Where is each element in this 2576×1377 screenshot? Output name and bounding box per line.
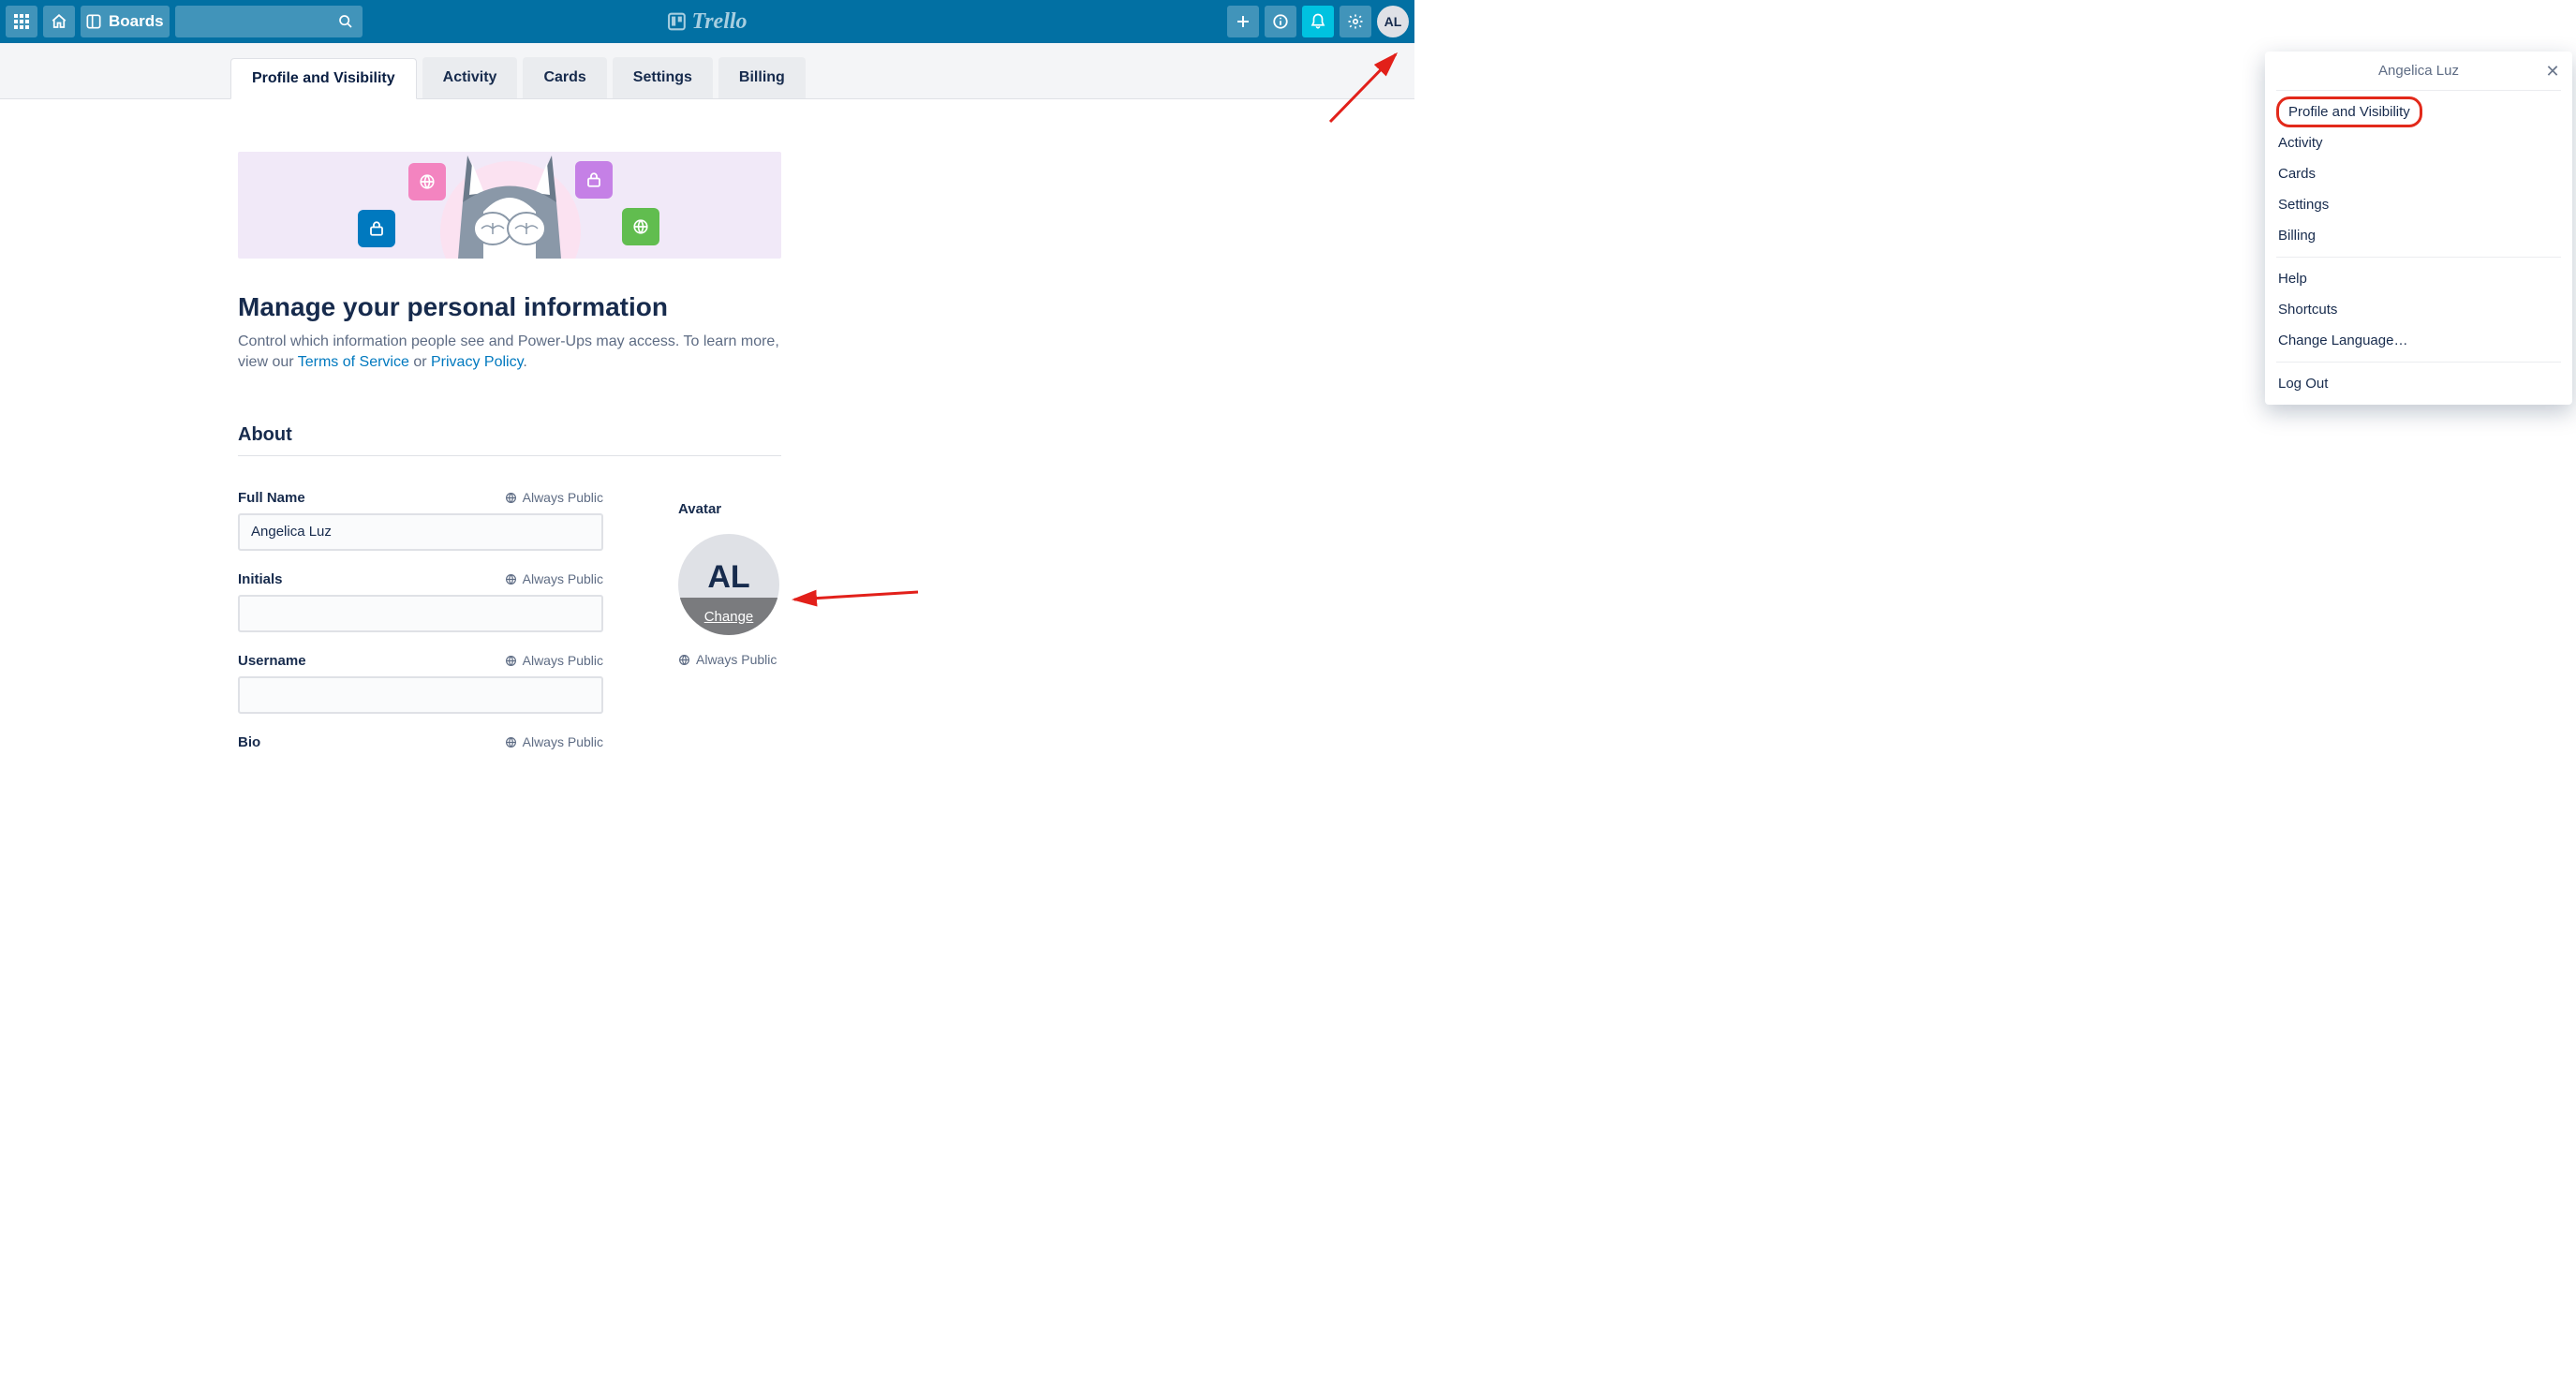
boards-button[interactable]: Boards [81,6,170,37]
tab-settings[interactable]: Settings [613,57,713,98]
annotation-arrow-change [787,571,927,614]
gear-icon[interactable] [1340,6,1371,37]
tab-billing[interactable]: Billing [718,57,806,98]
tab-cards[interactable]: Cards [523,57,606,98]
tos-link[interactable]: Terms of Service [298,354,409,370]
tab-label: Cards [543,69,585,86]
dropdown-item-cards[interactable]: Cards [2276,158,2561,189]
username-input[interactable] [238,676,603,714]
dropdown-item-shortcuts[interactable]: Shortcuts [2276,294,2561,325]
trello-logo[interactable]: Trello [667,9,747,35]
initials-input[interactable] [238,595,603,632]
avatar-big-initials: AL [707,559,749,596]
dropdown-item-profile[interactable]: Profile and Visibility [2276,96,2422,127]
avatar-change-label: Change [678,598,779,635]
info-icon[interactable] [1265,6,1296,37]
page-subtitle: Control which information people see and… [238,332,781,374]
bio-label: Bio [238,734,260,750]
public-text: Always Public [696,652,777,667]
dropdown-section-account: Profile and Visibility Activity Cards Se… [2276,91,2561,258]
about-heading: About [238,424,781,456]
full-name-public: Always Public [505,490,603,505]
initials-public: Always Public [505,571,603,586]
notification-icon[interactable] [1302,6,1334,37]
tab-profile[interactable]: Profile and Visibility [230,58,417,99]
brand-text: Trello [691,9,747,35]
hero-illustration [238,152,781,259]
subtitle-period: . [523,354,526,370]
bio-public: Always Public [505,734,603,749]
dropdown-item-language[interactable]: Change Language… [2276,325,2561,356]
search-icon [338,14,353,29]
globe-icon [505,492,517,504]
avatar-button[interactable]: AL [1377,6,1409,37]
initials-label: Initials [238,571,283,587]
dropdown-item-activity[interactable]: Activity [2276,127,2561,158]
apps-icon[interactable] [6,6,37,37]
full-name-input[interactable] [238,513,603,551]
public-text: Always Public [523,571,603,586]
globe-icon [678,654,690,666]
page-title: Manage your personal information [238,292,781,322]
public-text: Always Public [523,653,603,668]
tab-label: Settings [633,69,692,86]
tab-label: Billing [739,69,785,86]
account-dropdown: Angelica Luz ✕ Profile and Visibility Ac… [2265,52,2572,405]
dropdown-item-billing[interactable]: Billing [2276,220,2561,251]
boards-label: Boards [109,12,164,31]
search-input[interactable] [175,6,363,37]
dropdown-item-settings[interactable]: Settings [2276,189,2561,220]
tab-activity[interactable]: Activity [422,57,518,98]
globe-icon [505,655,517,667]
husky-illustration [435,152,585,259]
public-text: Always Public [523,490,603,505]
avatar-column: Avatar AL Change Always Public [678,501,791,667]
public-text: Always Public [523,734,603,749]
tab-label: Activity [443,69,497,86]
full-name-label: Full Name [238,490,305,506]
avatar-change-button[interactable]: AL Change [678,534,779,635]
dropdown-item-help[interactable]: Help [2276,263,2561,294]
dropdown-header: Angelica Luz ✕ [2276,52,2561,91]
avatar-initials: AL [1384,14,1402,29]
hero-box-green [622,208,659,245]
dropdown-item-logout[interactable]: Log Out [2276,368,2561,399]
globe-icon [505,736,517,748]
content: Manage your personal information Control… [238,99,781,750]
username-public: Always Public [505,653,603,668]
dropdown-section-help: Help Shortcuts Change Language… [2276,258,2561,363]
dropdown-section-logout: Log Out [2276,363,2561,405]
privacy-link[interactable]: Privacy Policy [431,354,523,370]
close-icon[interactable]: ✕ [2542,61,2563,81]
avatar-label: Avatar [678,501,791,517]
tab-label: Profile and Visibility [252,70,395,87]
topbar-right: AL [1221,6,1409,37]
form-column: Full Name Always Public Initials Always … [238,490,603,750]
globe-icon [505,573,517,585]
topbar: Boards Trello AL [0,0,1414,43]
subtitle-or: or [409,354,431,370]
username-label: Username [238,653,306,669]
add-icon[interactable] [1227,6,1259,37]
hero-box-blue [358,210,395,247]
tab-bar: Profile and Visibility Activity Cards Se… [0,43,1414,99]
home-icon[interactable] [43,6,75,37]
avatar-public: Always Public [678,652,791,667]
dropdown-username: Angelica Luz [2378,63,2459,79]
